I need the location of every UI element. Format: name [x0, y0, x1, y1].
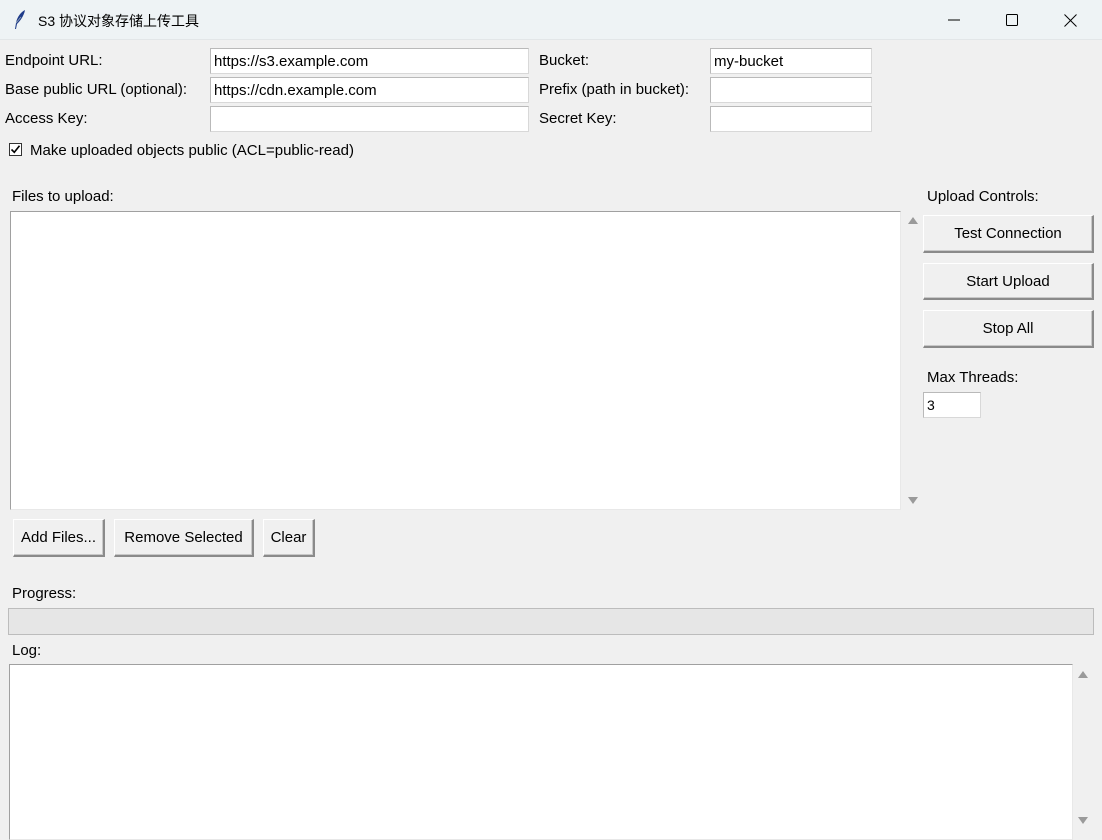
log-label: Log: [12, 642, 42, 659]
close-button[interactable] [1041, 0, 1099, 40]
log-textarea[interactable] [9, 664, 1073, 840]
remove-selected-button[interactable]: Remove Selected [114, 519, 254, 557]
secret-key-input[interactable] [710, 106, 872, 132]
maximize-button[interactable] [983, 0, 1041, 40]
maximize-icon [1006, 14, 1018, 26]
public-acl-label[interactable]: Make uploaded objects public (ACL=public… [30, 142, 354, 159]
title-bar[interactable]: S3 协议对象存储上传工具 [0, 0, 1102, 40]
files-label: Files to upload: [12, 188, 114, 205]
upload-controls-label: Upload Controls: [927, 188, 1039, 205]
endpoint-label: Endpoint URL: [5, 52, 103, 69]
files-scroll-up-icon[interactable] [908, 217, 918, 224]
endpoint-input[interactable] [210, 48, 529, 74]
feather-icon [15, 10, 25, 29]
secret-key-label: Secret Key: [539, 110, 617, 127]
max-threads-input[interactable] [923, 392, 981, 418]
progress-label: Progress: [12, 585, 77, 602]
app-window: S3 协议对象存储上传工具 Endpoint URL: Base public … [0, 0, 1102, 840]
progress-bar [8, 608, 1094, 635]
base-url-label: Base public URL (optional): [5, 81, 188, 98]
public-acl-checkbox[interactable] [9, 143, 22, 156]
prefix-input[interactable] [710, 77, 872, 103]
minimize-button[interactable] [925, 0, 983, 40]
log-scroll-down-icon[interactable] [1078, 817, 1088, 824]
access-key-label: Access Key: [5, 110, 88, 127]
test-connection-button[interactable]: Test Connection [923, 215, 1094, 253]
files-scroll-down-icon[interactable] [908, 497, 918, 504]
bucket-label: Bucket: [539, 52, 590, 69]
start-upload-button[interactable]: Start Upload [923, 263, 1094, 300]
checkmark-icon [10, 145, 21, 154]
files-listbox[interactable] [10, 211, 901, 510]
minimize-icon [948, 19, 960, 21]
stop-all-button[interactable]: Stop All [923, 310, 1094, 348]
log-scroll-up-icon[interactable] [1078, 671, 1088, 678]
add-files-button[interactable]: Add Files... [13, 519, 105, 557]
window-title: S3 协议对象存储上传工具 [38, 13, 200, 29]
bucket-input[interactable] [710, 48, 872, 74]
access-key-input[interactable] [210, 106, 529, 132]
prefix-label: Prefix (path in bucket): [539, 81, 690, 98]
max-threads-label: Max Threads: [927, 369, 1019, 386]
clear-button[interactable]: Clear [263, 519, 315, 557]
close-icon [1063, 13, 1077, 27]
base-url-input[interactable] [210, 77, 529, 103]
